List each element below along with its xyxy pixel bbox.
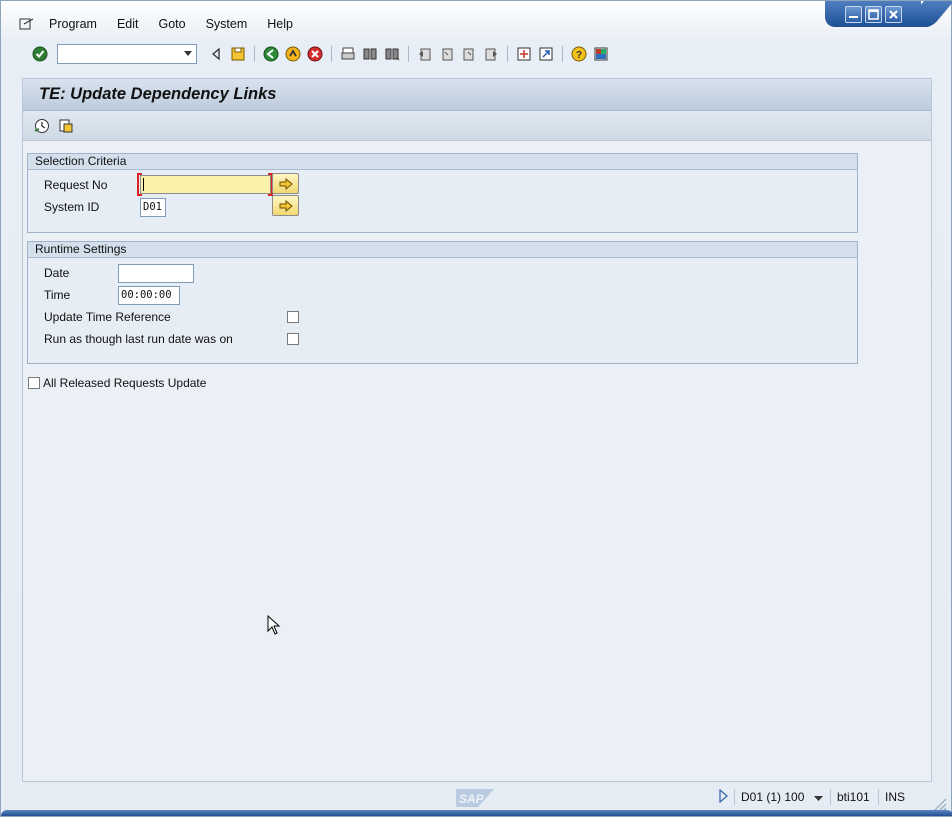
standard-toolbar: ?	[29, 42, 612, 66]
request-no-label: Request No	[44, 178, 108, 192]
close-icon[interactable]	[884, 5, 902, 23]
menu-system[interactable]: System	[196, 14, 258, 34]
shortcut-icon[interactable]	[535, 43, 557, 65]
variant-icon[interactable]	[55, 115, 77, 137]
toolbar-separator	[408, 46, 409, 62]
status-separator	[734, 789, 735, 805]
help-icon[interactable]: ?	[568, 43, 590, 65]
svg-text:?: ?	[576, 50, 582, 61]
maximize-icon[interactable]	[864, 5, 882, 23]
sap-logo: SAP	[456, 788, 496, 808]
find-next-icon[interactable]	[381, 43, 403, 65]
toolbar-separator	[562, 46, 563, 62]
group-title: Selection Criteria	[28, 154, 857, 170]
status-user: bti101	[837, 790, 870, 804]
system-id-label: System ID	[44, 200, 100, 214]
enter-icon[interactable]	[29, 43, 51, 65]
status-input-mode[interactable]: INS	[885, 790, 905, 804]
system-id-multiple-selection-button[interactable]	[272, 195, 299, 216]
request-no-multiple-selection-button[interactable]	[272, 173, 299, 194]
main-screen: TE: Update Dependency Links Selection Cr…	[22, 78, 932, 782]
runtime-settings-group: Runtime Settings Date Time 00:00:00 Upda…	[27, 241, 858, 364]
text-caret	[143, 177, 144, 191]
cancel-icon[interactable]	[304, 43, 326, 65]
status-separator	[878, 789, 879, 805]
first-page-icon[interactable]	[414, 43, 436, 65]
toolbar-separator	[331, 46, 332, 62]
page-title: TE: Update Dependency Links	[23, 79, 931, 111]
print-icon[interactable]	[337, 43, 359, 65]
menu-bar: Program Edit Goto System Help	[15, 14, 303, 34]
back-arrow-icon[interactable]	[205, 43, 227, 65]
sap-window: Program Edit Goto System Help ? TE: Upda…	[0, 0, 952, 817]
menu-exit-icon[interactable]	[15, 14, 39, 34]
status-expand-icon[interactable]	[719, 788, 729, 806]
menu-goto[interactable]: Goto	[148, 14, 195, 34]
minimize-icon[interactable]	[844, 5, 862, 23]
application-toolbar	[23, 111, 931, 141]
last-page-icon[interactable]	[480, 43, 502, 65]
next-page-icon[interactable]	[458, 43, 480, 65]
mouse-cursor-icon	[267, 614, 281, 638]
toolbar-separator	[254, 46, 255, 62]
exit-icon[interactable]	[282, 43, 304, 65]
group-title: Runtime Settings	[28, 242, 857, 258]
back-icon[interactable]	[260, 43, 282, 65]
execute-icon[interactable]	[31, 115, 53, 137]
all-released-requests-label: All Released Requests Update	[43, 376, 207, 390]
arrow-right-icon	[279, 199, 293, 212]
time-label: Time	[44, 288, 71, 302]
selection-criteria-group: Selection Criteria Request No System ID …	[27, 153, 858, 233]
system-id-input[interactable]: D01	[140, 198, 166, 217]
previous-page-icon[interactable]	[436, 43, 458, 65]
all-released-requests-checkbox[interactable]	[28, 377, 40, 389]
status-system-info[interactable]: D01 (1) 100	[741, 790, 804, 804]
date-label: Date	[44, 266, 70, 280]
run-as-though-checkbox[interactable]	[287, 333, 299, 345]
create-session-icon[interactable]	[513, 43, 535, 65]
chevron-down-icon[interactable]	[814, 792, 824, 806]
command-field[interactable]	[57, 44, 197, 64]
window-controls	[825, 1, 921, 27]
run-as-though-label: Run as though last run date was on	[44, 332, 233, 346]
toolbar-separator	[507, 46, 508, 62]
update-time-reference-label: Update Time Reference	[44, 310, 171, 324]
update-time-reference-checkbox[interactable]	[287, 311, 299, 323]
find-icon[interactable]	[359, 43, 381, 65]
menu-edit[interactable]: Edit	[107, 14, 149, 34]
time-input[interactable]: 00:00:00	[118, 286, 180, 305]
chevron-down-icon[interactable]	[184, 51, 192, 56]
layout-menu-icon[interactable]	[590, 43, 612, 65]
window-bottom-border	[1, 810, 952, 816]
date-input[interactable]	[118, 264, 194, 283]
request-no-input[interactable]	[140, 175, 271, 194]
status-separator	[830, 789, 831, 805]
save-icon[interactable]	[227, 43, 249, 65]
arrow-right-icon	[279, 177, 293, 190]
menu-help[interactable]: Help	[257, 14, 303, 34]
menu-program[interactable]: Program	[39, 14, 107, 34]
svg-text:SAP: SAP	[459, 792, 485, 806]
